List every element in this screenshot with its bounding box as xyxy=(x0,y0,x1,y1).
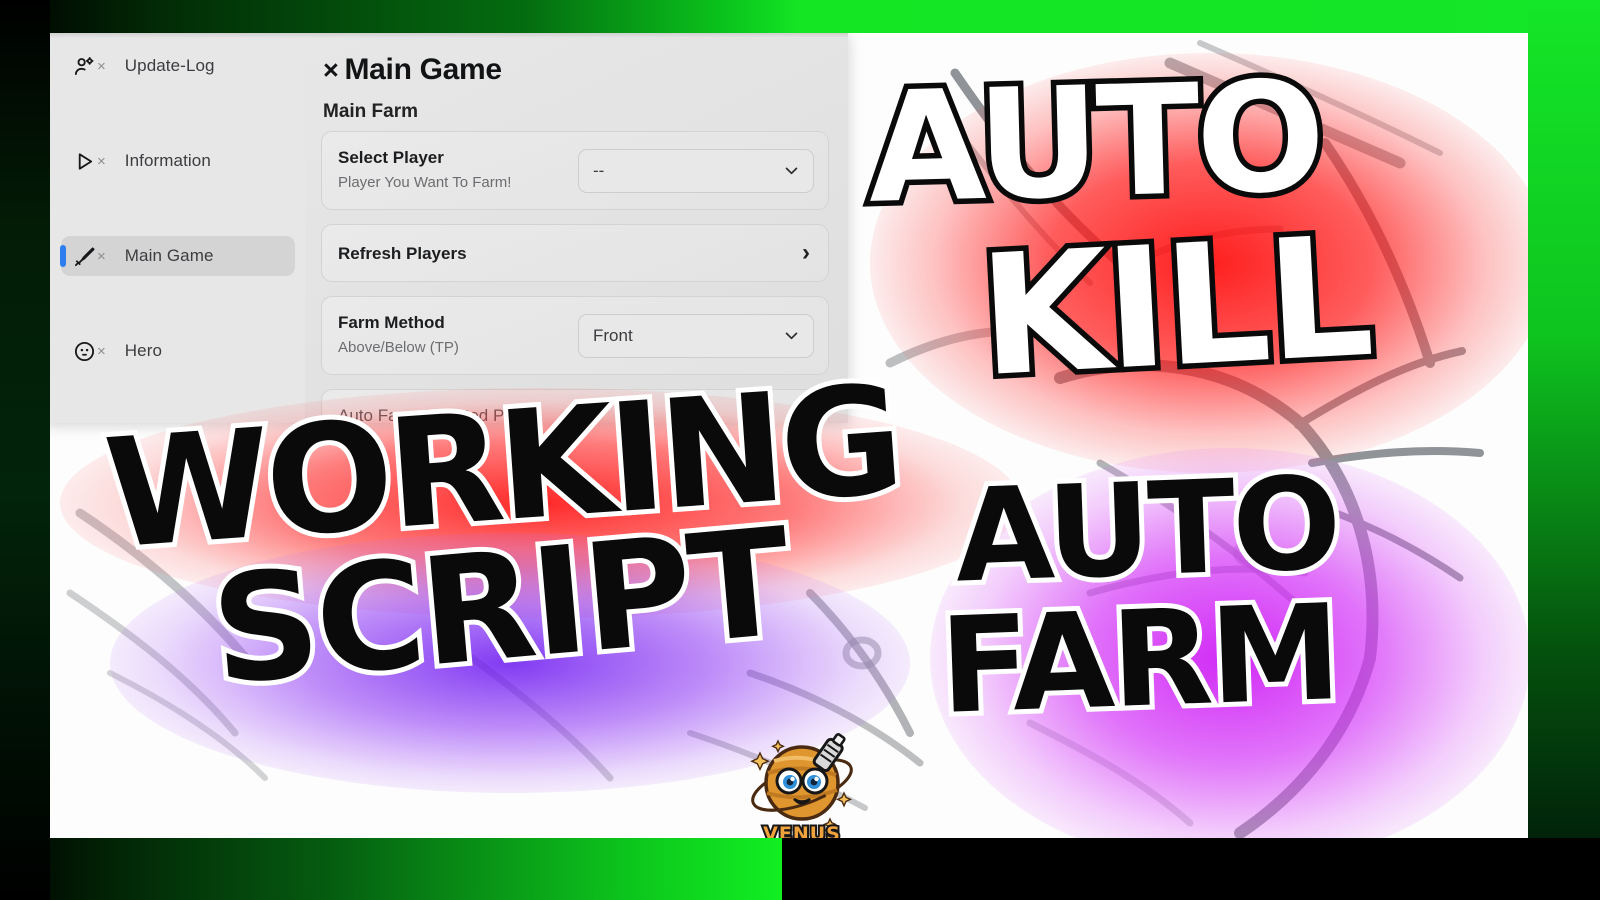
active-indicator xyxy=(60,245,66,267)
overlay-text-auto-kill-line2: KILL xyxy=(970,195,1381,419)
person-gear-icon xyxy=(71,53,97,79)
overlay-text-auto-farm-line2: FARM xyxy=(932,571,1345,749)
row-description: Above/Below (TP) xyxy=(338,339,459,356)
play-triangle-icon xyxy=(71,148,97,174)
border-bottom-green xyxy=(0,838,782,900)
sidebar-item-update-log[interactable]: × Update-Log xyxy=(61,46,295,86)
page-title-prefix: × xyxy=(323,55,339,85)
page-title: × Main Game xyxy=(323,53,502,87)
sidebar-item-main-game[interactable]: × Main Game xyxy=(60,236,295,276)
row-label: Refresh Players xyxy=(338,244,467,263)
row-select-player[interactable]: Select Player Player You Want To Farm! -… xyxy=(321,131,829,210)
dropdown-value: -- xyxy=(593,161,605,180)
sidebar-item-label: Information xyxy=(124,151,211,170)
dropdown-value: Front xyxy=(593,326,633,345)
page-title-text: Main Game xyxy=(344,53,502,86)
content-area: × Update-Log × Information × Main Game ×… xyxy=(50,33,1528,838)
border-left xyxy=(0,0,50,900)
sidebar: × Update-Log × Information × Main Game ×… xyxy=(50,38,305,423)
sidebar-item-hero[interactable]: × Hero xyxy=(61,331,295,371)
chevron-down-icon xyxy=(783,162,799,178)
sidebar-item-label: Main Game xyxy=(124,246,214,265)
chevron-right-icon[interactable]: › xyxy=(802,239,810,267)
overlay-text-auto-farm-line1: AUTO xyxy=(948,444,1346,616)
sidebar-item-label: Hero xyxy=(124,341,163,360)
row-refresh-players[interactable]: Refresh Players › xyxy=(321,224,829,282)
thumbnail-frame: × Update-Log × Information × Main Game ×… xyxy=(0,0,1600,900)
border-top xyxy=(0,0,1600,33)
sidebar-item-prefix: × xyxy=(97,152,106,170)
select-player-dropdown[interactable]: -- xyxy=(578,149,814,193)
row-label: Select Player xyxy=(338,148,444,167)
sidebar-item-prefix: × xyxy=(97,247,106,265)
brand-name: VENUS xyxy=(761,821,842,838)
section-heading: Main Farm xyxy=(323,101,419,122)
chevron-down-icon xyxy=(783,327,799,343)
planet-mascot-icon xyxy=(742,723,862,838)
overlay-text-script: SCRIPT xyxy=(201,491,799,723)
row-description: Player You Want To Farm! xyxy=(338,174,512,191)
border-right xyxy=(1528,0,1600,838)
skull-icon xyxy=(71,338,97,364)
overlay-text-auto-kill-line1: AUTO xyxy=(860,43,1329,243)
farm-method-dropdown[interactable]: Front xyxy=(578,314,814,358)
sidebar-item-label: Update-Log xyxy=(124,56,215,75)
row-label: Farm Method xyxy=(338,313,445,332)
sidebar-item-information[interactable]: × Information xyxy=(61,141,295,181)
sidebar-item-prefix: × xyxy=(97,342,106,360)
sword-icon xyxy=(71,243,97,269)
sidebar-item-prefix: × xyxy=(97,57,106,75)
